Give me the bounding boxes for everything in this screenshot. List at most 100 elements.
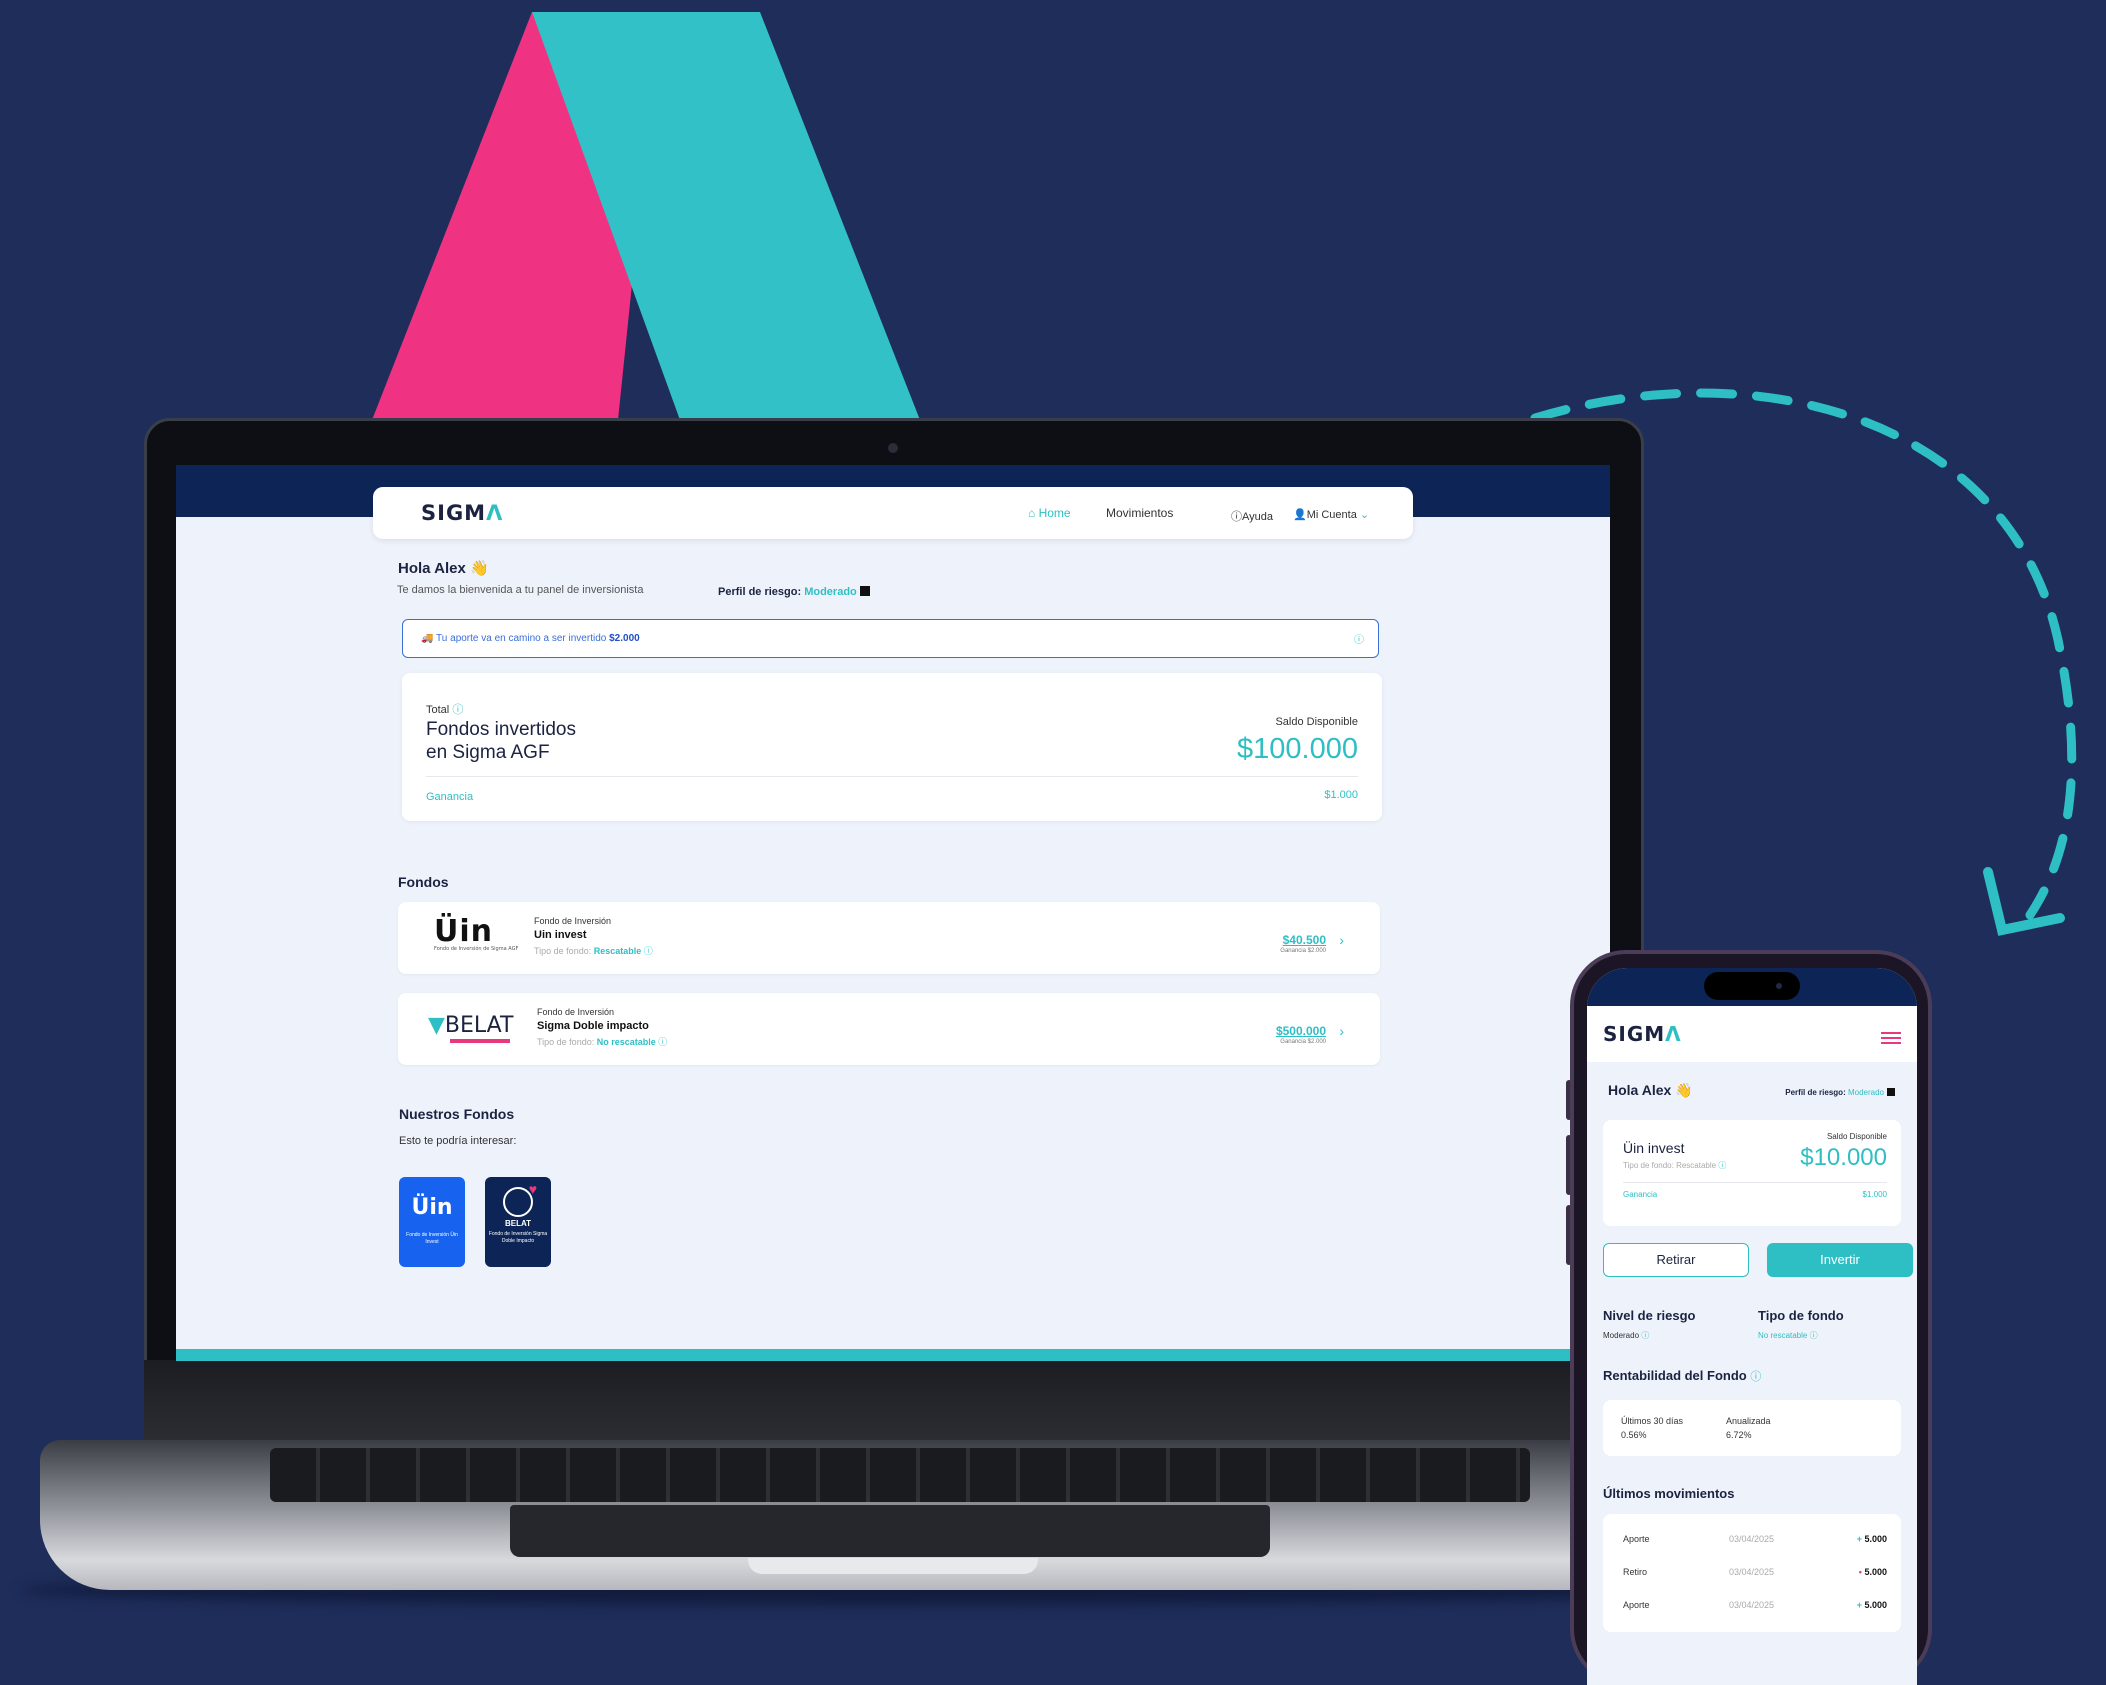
desktop-screen: SIGMΛ ⌂ Home Movimientos ⓘAyuda 👤Mi Cuen… bbox=[176, 465, 1610, 1361]
risk-profile: Perfil de riesgo: Moderado bbox=[1785, 1088, 1895, 1097]
info-icon[interactable]: ⓘ bbox=[1810, 1331, 1818, 1340]
total-label: Total ⓘ bbox=[426, 704, 464, 716]
fondos-title: Fondos bbox=[398, 874, 449, 890]
desktop-header: SIGMΛ ⌂ Home Movimientos ⓘAyuda 👤Mi Cuen… bbox=[373, 487, 1413, 539]
fund-gain: Ganancia $2.000 bbox=[1280, 1039, 1326, 1045]
movimientos-list: Aporte 03/04/2025 + 5.000 Retiro 03/04/2… bbox=[1603, 1514, 1901, 1632]
nivel-riesgo-value: Moderado ⓘ bbox=[1603, 1331, 1650, 1340]
arrow-head-icon bbox=[1983, 867, 2065, 936]
info-icon[interactable]: ⓘ bbox=[1354, 631, 1364, 646]
interesar-text: Esto te podría interesar: bbox=[399, 1135, 517, 1147]
fund-name: Uin invest bbox=[534, 929, 587, 941]
ganancia-label: Ganancia bbox=[1623, 1190, 1658, 1199]
fund-type: Tipo de fondo: Rescatable ⓘ bbox=[1623, 1161, 1727, 1170]
ganancia-value: $1.000 bbox=[1862, 1190, 1887, 1199]
fund-card: Üin invest Tipo de fondo: Rescatable ⓘ S… bbox=[1603, 1120, 1901, 1226]
sigma-logo[interactable]: SIGMΛ bbox=[421, 501, 503, 525]
saldo-label: Saldo Disponible bbox=[1275, 716, 1358, 728]
saldo-value: $100.000 bbox=[1237, 733, 1358, 765]
fund-amount: $500.000 bbox=[1275, 1024, 1326, 1038]
tile-uin-invest[interactable]: Üin Fondo de Inversión Üin Invest bbox=[399, 1177, 465, 1267]
chevron-right-icon[interactable]: › bbox=[1339, 1023, 1344, 1039]
nivel-riesgo-label: Nivel de riesgo bbox=[1603, 1308, 1696, 1323]
info-icon[interactable]: ⓘ bbox=[1750, 1371, 1761, 1383]
belat-logo: ▼BELAT bbox=[428, 1013, 513, 1043]
nuestros-fondos-title: Nuestros Fondos bbox=[399, 1106, 515, 1122]
ganancia-label: Ganancia bbox=[426, 791, 474, 803]
laptop-keyboard bbox=[270, 1448, 1530, 1502]
summary-card: Total ⓘ Fondos invertidos en Sigma AGF Sa… bbox=[402, 673, 1382, 821]
teal-stripe bbox=[532, 12, 920, 420]
greeting: Hola Alex 👋 bbox=[1608, 1082, 1693, 1098]
risk-square-icon bbox=[859, 586, 870, 596]
fund-row-uin[interactable]: Üin Fondo de Inversión de Sigma AGF Fondo… bbox=[398, 902, 1380, 974]
notice-banner: 🚚 Tu aporte va en camino a ser invertido… bbox=[402, 619, 1379, 658]
tipo-fondo-label: Tipo de fondo bbox=[1758, 1308, 1844, 1323]
movimientos-title: Últimos movimientos bbox=[1603, 1486, 1735, 1501]
mobile-header: SIGMΛ bbox=[1587, 1006, 1917, 1062]
info-icon[interactable]: ⓘ bbox=[644, 946, 653, 956]
fund-label: Fondo de Inversión bbox=[534, 916, 612, 926]
saldo-label: Saldo Disponible bbox=[1826, 1132, 1887, 1141]
info-icon[interactable]: ⓘ bbox=[452, 704, 463, 716]
list-item[interactable]: Retiro 03/04/2025 • 5.000 bbox=[1603, 1567, 1901, 1587]
sigma-logo[interactable]: SIGMΛ bbox=[1603, 1022, 1682, 1046]
fund-type: Tipo de fondo: Rescatable ⓘ bbox=[534, 946, 653, 956]
laptop-hinge bbox=[144, 1360, 1644, 1440]
risk-profile: Perfil de riesgo: Moderado bbox=[718, 586, 870, 598]
laptop-camera bbox=[888, 443, 898, 453]
divider bbox=[1623, 1182, 1887, 1183]
nav-movimientos[interactable]: Movimientos bbox=[1106, 506, 1173, 520]
invertir-button[interactable]: Invertir bbox=[1767, 1243, 1913, 1277]
laptop-notch bbox=[748, 1558, 1038, 1574]
belat-triangle-icon: ▼ bbox=[428, 1013, 445, 1038]
tile-caption: Fondo de Inversión Üin Invest bbox=[406, 1232, 458, 1245]
list-item[interactable]: Aporte 03/04/2025 + 5.000 bbox=[1603, 1600, 1901, 1620]
info-icon[interactable]: ⓘ bbox=[1718, 1161, 1726, 1170]
hamburger-menu-icon[interactable] bbox=[1881, 1032, 1901, 1044]
tile-sigma-doble-impacto[interactable]: BELAT Fondo de Inversión Sigma Doble Imp… bbox=[485, 1177, 551, 1267]
fund-label: Fondo de Inversión bbox=[537, 1007, 615, 1017]
risk-square-icon bbox=[1887, 1088, 1895, 1096]
fund-type: Tipo de fondo: No rescatable ⓘ bbox=[537, 1037, 668, 1047]
fund-name: Üin invest bbox=[1623, 1140, 1685, 1156]
desktop-bottom-band bbox=[176, 1349, 1610, 1361]
help-icon: ⓘ bbox=[1231, 511, 1242, 523]
fund-gain: Ganancia $2.000 bbox=[1280, 948, 1326, 954]
rent-anualizada: Anualizada 6.72% bbox=[1726, 1416, 1771, 1440]
home-icon: ⌂ bbox=[1028, 506, 1039, 520]
welcome-text: Te damos la bienvenida a tu panel de inv… bbox=[397, 584, 644, 596]
user-icon: 👤 bbox=[1293, 509, 1307, 521]
fund-amount: $40.500 bbox=[1282, 933, 1326, 947]
info-icon[interactable]: ⓘ bbox=[658, 1037, 667, 1047]
nav-ayuda[interactable]: ⓘAyuda bbox=[1231, 508, 1273, 524]
chevron-down-icon: ⌄ bbox=[1359, 509, 1370, 521]
dynamic-island bbox=[1704, 972, 1800, 1000]
notice-text: 🚚 Tu aporte va en camino a ser invertido… bbox=[421, 633, 640, 644]
mobile-screen: SIGMΛ Hola Alex 👋 Perfil de riesgo: Mode… bbox=[1587, 968, 1917, 1685]
belat-logo: BELAT bbox=[504, 1219, 532, 1228]
rent-30-dias: Últimos 30 días 0.56% bbox=[1621, 1416, 1684, 1440]
saldo-value: $10.000 bbox=[1800, 1144, 1887, 1171]
divider bbox=[426, 776, 1358, 777]
rentabilidad-card: Últimos 30 días 0.56% Anualizada 6.72% bbox=[1603, 1400, 1901, 1456]
nav-mi-cuenta[interactable]: 👤Mi Cuenta ⌄ bbox=[1293, 508, 1369, 521]
rentabilidad-title: Rentabilidad del Fondo ⓘ bbox=[1603, 1368, 1762, 1383]
tipo-fondo-value: No rescatable ⓘ bbox=[1758, 1331, 1818, 1340]
globe-heart-icon bbox=[503, 1181, 537, 1217]
retirar-button[interactable]: Retirar bbox=[1603, 1243, 1749, 1277]
greeting: Hola Alex 👋 bbox=[398, 560, 489, 577]
tile-caption: Fondo de Inversión Sigma Doble Impacto bbox=[488, 1231, 548, 1244]
uin-logo: Üin Fondo de Inversión de Sigma AGF bbox=[434, 914, 519, 952]
summary-title: Fondos invertidos en Sigma AGF bbox=[426, 719, 576, 763]
chevron-right-icon[interactable]: › bbox=[1339, 932, 1344, 948]
info-icon[interactable]: ⓘ bbox=[1641, 1331, 1649, 1340]
ganancia-value: $1.000 bbox=[1324, 789, 1358, 801]
fund-row-belat[interactable]: ▼BELAT Fondo de Inversión Sigma Doble im… bbox=[398, 993, 1380, 1065]
fund-name: Sigma Doble impacto bbox=[537, 1020, 649, 1032]
nav-home[interactable]: ⌂ Home bbox=[1028, 506, 1071, 520]
list-item[interactable]: Aporte 03/04/2025 + 5.000 bbox=[1603, 1534, 1901, 1554]
uin-logo: Üin bbox=[411, 1195, 453, 1220]
laptop-trackpad bbox=[510, 1505, 1270, 1557]
pink-stripe bbox=[372, 12, 660, 420]
